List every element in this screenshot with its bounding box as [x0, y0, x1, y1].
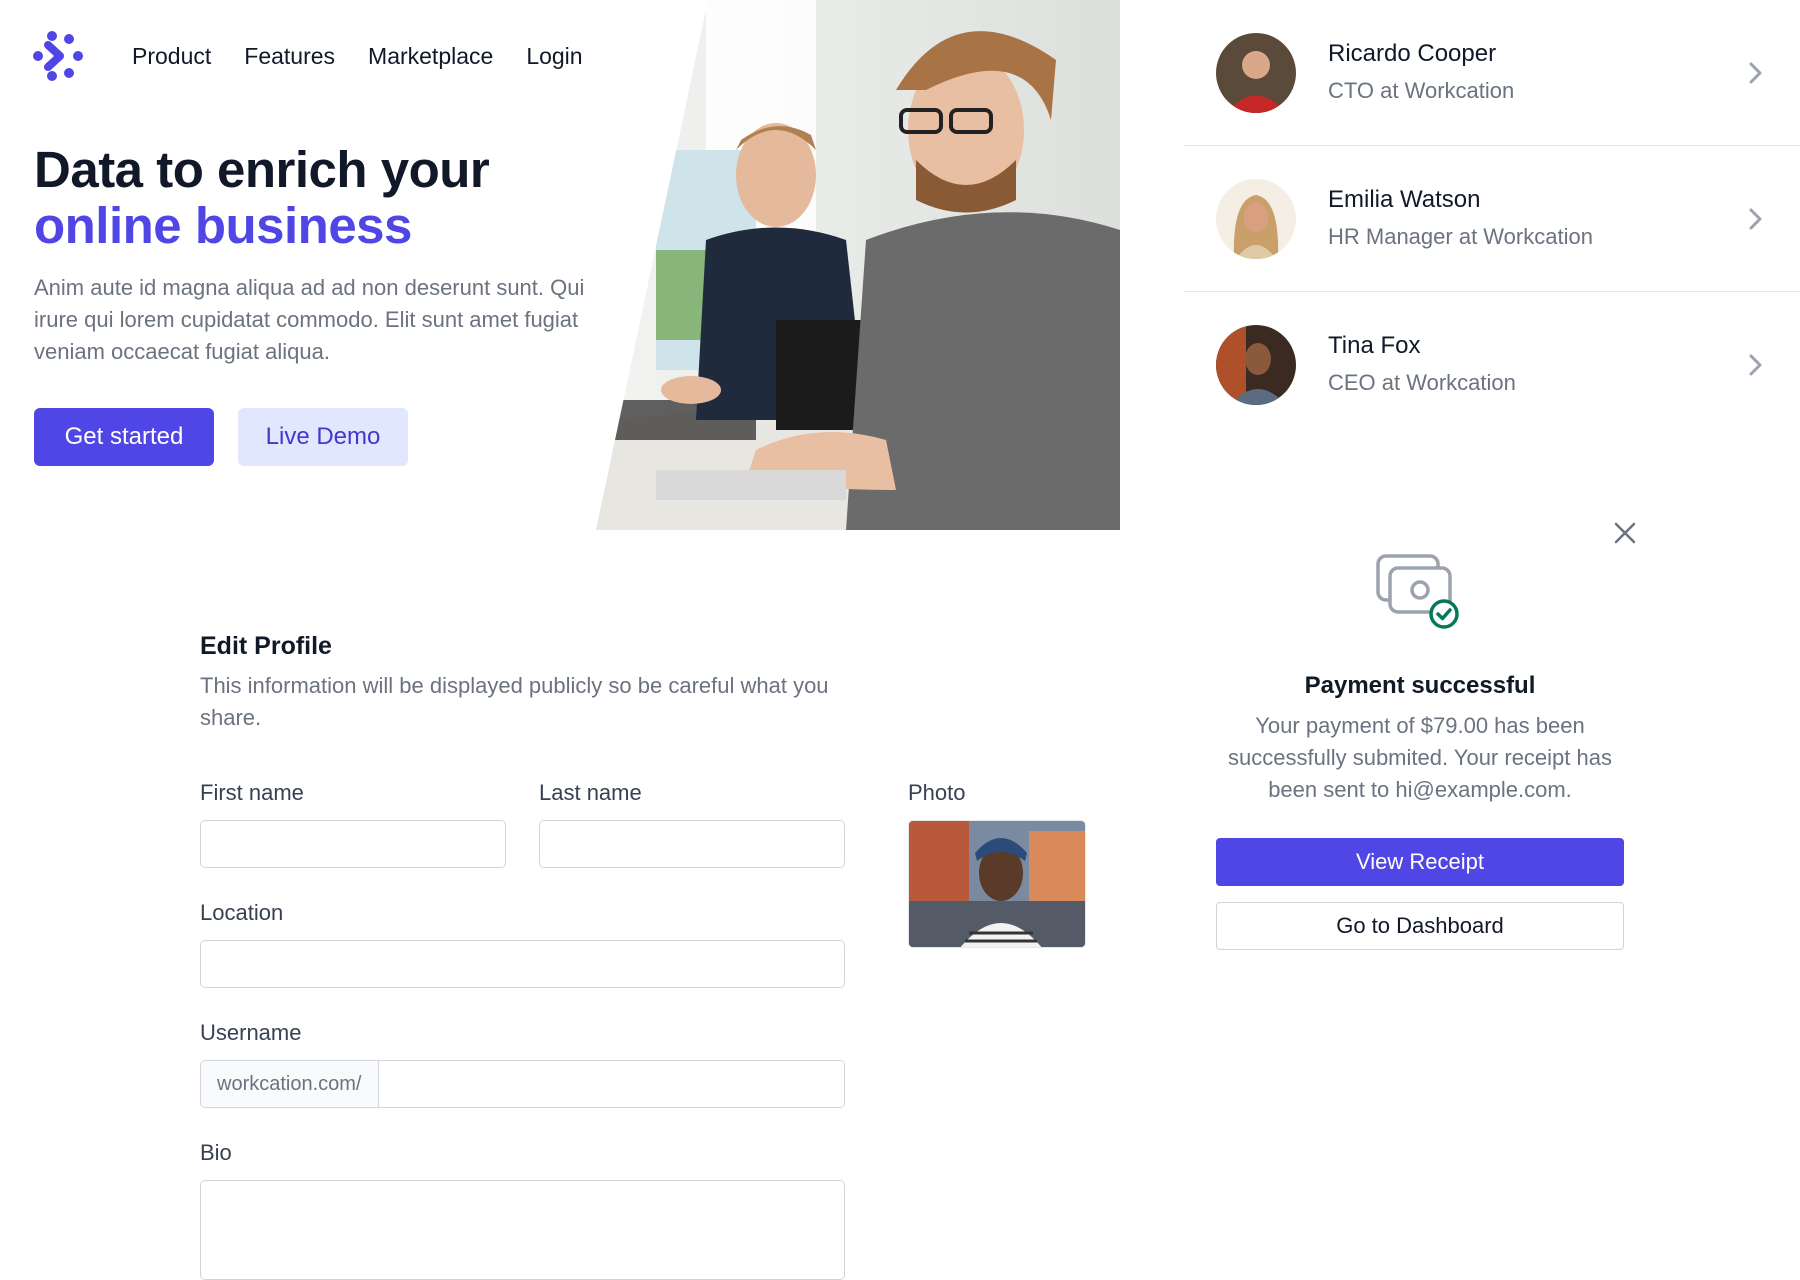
last-name-label: Last name [539, 780, 642, 805]
brand-logo-icon[interactable] [32, 30, 84, 82]
live-demo-button[interactable]: Live Demo [238, 408, 408, 466]
list-item[interactable]: Emilia Watson HR Manager at Workcation [1184, 146, 1800, 292]
person-text: Ricardo Cooper CTO at Workcation [1328, 36, 1514, 110]
list-item[interactable]: Tina Fox CEO at Workcation [1184, 292, 1800, 438]
payment-description: Your payment of $79.00 has been successf… [1228, 713, 1612, 802]
nav-features-link[interactable]: Features [244, 40, 335, 72]
chevron-right-icon [1749, 354, 1762, 376]
edit-profile-description: This information will be displayed publi… [200, 673, 829, 730]
edit-profile-title: Edit Profile [200, 632, 332, 660]
avatar [1216, 325, 1296, 405]
username-group: workcation.com/ [200, 1060, 845, 1108]
username-label: Username [200, 1020, 302, 1045]
bio-label: Bio [200, 1140, 232, 1165]
main-nav: Product Features Marketplace Login [132, 40, 583, 72]
nav-login-link[interactable]: Login [526, 40, 582, 72]
first-name-label: First name [200, 780, 304, 805]
get-started-button[interactable]: Get started [34, 408, 214, 466]
nav-marketplace-link[interactable]: Marketplace [368, 40, 493, 72]
chevron-right-icon [1749, 208, 1762, 229]
close-icon[interactable] [1610, 518, 1640, 548]
last-name-field[interactable] [539, 820, 845, 868]
profile-photo[interactable] [908, 820, 1086, 948]
avatar [1216, 32, 1296, 113]
person-role: CTO at Workcation [1328, 77, 1515, 103]
hero-title-line2: online business [34, 197, 412, 254]
nav-product-link[interactable]: Product [132, 40, 211, 72]
location-label: Location [200, 900, 284, 925]
team-list: Ricardo Cooper CTO at Workcation Emilia … [1184, 0, 1800, 438]
bio-field[interactable] [200, 1180, 845, 1280]
photo-label: Photo [908, 780, 966, 805]
username-field[interactable] [378, 1061, 844, 1107]
location-field[interactable] [200, 940, 845, 988]
view-receipt-button[interactable]: View Receipt [1216, 838, 1624, 886]
person-name: Ricardo Cooper [1328, 39, 1497, 67]
list-item[interactable]: Ricardo Cooper CTO at Workcation [1184, 0, 1800, 146]
first-name-field[interactable] [200, 820, 506, 868]
hero-title: Data to enrich your online business [34, 141, 490, 254]
person-role: CEO at Workcation [1328, 370, 1516, 395]
person-name: Emilia Watson [1328, 185, 1481, 213]
person-name: Tina Fox [1328, 332, 1421, 359]
avatar [1216, 178, 1296, 259]
hero-office-photo [596, 0, 1120, 530]
hero-description: Anim aute id magna aliqua ad ad non dese… [34, 275, 585, 364]
go-to-dashboard-button[interactable]: Go to Dashboard [1216, 902, 1624, 950]
person-text: Emilia Watson HR Manager at Workcation [1328, 182, 1593, 256]
person-role: HR Manager at Workcation [1328, 223, 1593, 249]
hero-title-line1: Data to enrich your [34, 141, 490, 198]
cash-check-icon [1376, 554, 1459, 629]
chevron-right-icon [1749, 62, 1762, 83]
username-prefix: workcation.com/ [201, 1061, 379, 1107]
payment-title: Payment successful [1304, 672, 1536, 699]
person-text: Tina Fox CEO at Workcation [1328, 328, 1516, 402]
